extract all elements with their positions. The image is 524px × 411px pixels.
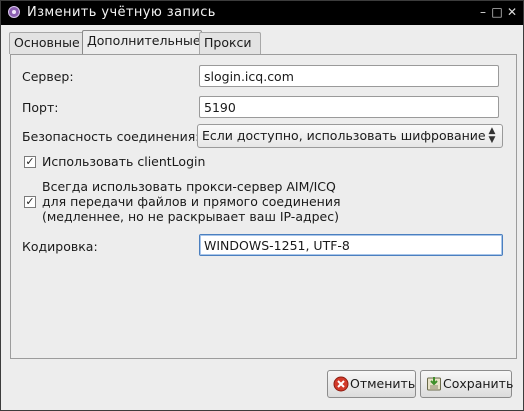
close-icon[interactable]: ✕	[504, 4, 520, 20]
maximize-icon[interactable]: □	[489, 4, 505, 20]
cancel-icon	[333, 376, 349, 392]
proxy-transfer-label-line3[interactable]: (медленнее, но не раскрывает ваш IP-адре…	[42, 209, 339, 224]
encoding-label: Кодировка:	[22, 239, 98, 254]
port-label: Порт:	[22, 100, 59, 115]
encoding-field[interactable]: WINDOWS-1251, UTF-8	[199, 234, 503, 256]
advanced-panel: Сервер: slogin.icq.com Порт: 5190 Безопа…	[10, 54, 517, 359]
server-field[interactable]: slogin.icq.com	[199, 65, 499, 87]
proxy-transfer-label-line2[interactable]: для передачи файлов и прямого соединения	[42, 194, 341, 209]
security-label: Безопасность соединения:	[22, 129, 200, 144]
cancel-button-label: Отменить	[350, 376, 416, 391]
cancel-button[interactable]: Отменить	[327, 370, 416, 398]
port-field[interactable]: 5190	[199, 96, 499, 118]
save-button[interactable]: Сохранить	[420, 370, 514, 398]
clientlogin-label[interactable]: Использовать clientLogin	[42, 154, 205, 169]
chevron-updown-icon: ▲ ▼	[488, 126, 496, 145]
proxy-transfer-label-line1[interactable]: Всегда использовать прокси-сервер AIM/IC…	[42, 179, 336, 194]
tab-proxy-label: Прокси	[204, 35, 252, 50]
window-title: Изменить учётную запись	[27, 5, 216, 20]
security-select[interactable]: Если доступно, использовать шифрование ▲…	[197, 124, 503, 148]
dialog-window: Изменить учётную запись – □ ✕ Основные Д…	[0, 0, 524, 411]
app-icon	[8, 6, 20, 18]
save-button-label: Сохранить	[443, 376, 514, 391]
clientlogin-checkbox[interactable]: ✓	[24, 156, 36, 168]
title-bar[interactable]: Изменить учётную запись – □ ✕	[1, 1, 523, 25]
security-select-value: Если доступно, использовать шифрование	[202, 128, 486, 143]
tab-proxy[interactable]: Прокси	[199, 32, 261, 54]
tab-general[interactable]: Основные	[9, 32, 87, 54]
proxy-transfer-checkbox[interactable]: ✓	[24, 196, 36, 208]
tab-general-label: Основные	[14, 35, 80, 50]
save-icon	[427, 377, 441, 391]
server-label: Сервер:	[22, 69, 74, 84]
tab-advanced[interactable]: Дополнительные	[82, 30, 202, 55]
tab-advanced-label: Дополнительные	[87, 33, 201, 48]
